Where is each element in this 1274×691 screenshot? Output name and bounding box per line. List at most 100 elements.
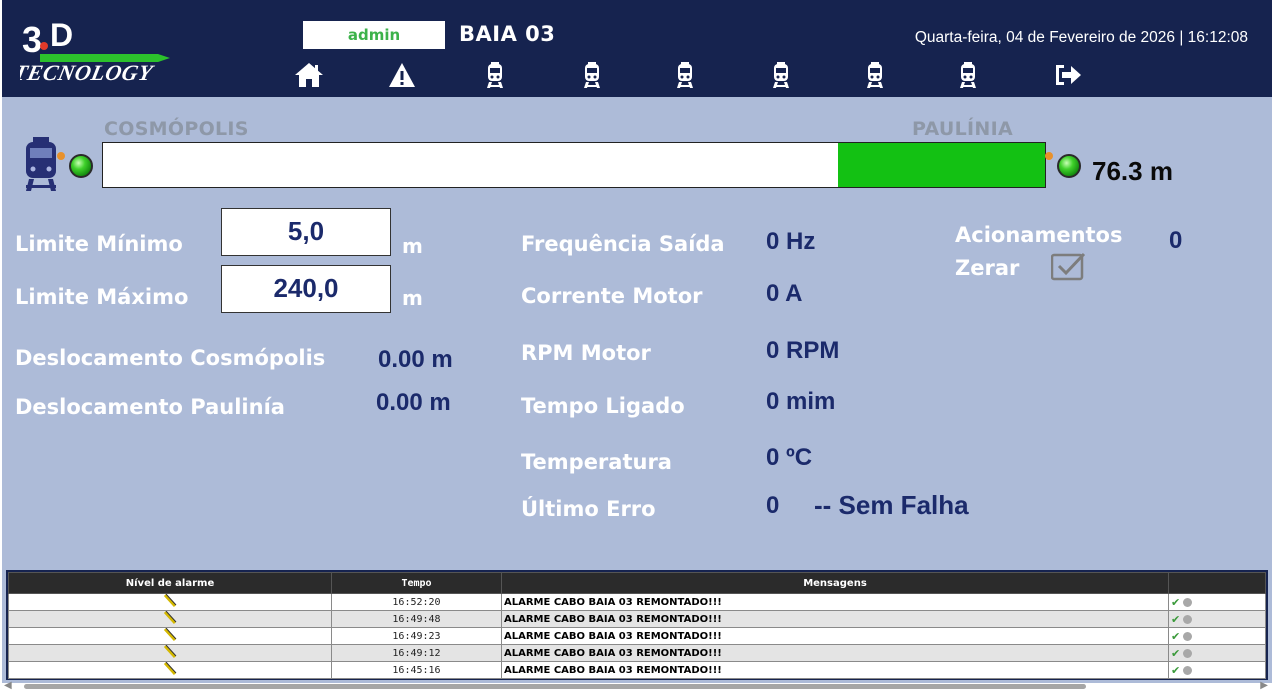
svg-text:D: D — [50, 17, 73, 53]
column-header-actions — [1168, 572, 1266, 594]
logged-user-field[interactable]: admin — [303, 21, 445, 49]
last-error-label: Último Erro — [521, 497, 656, 521]
alarm-time: 16:49:12 — [331, 644, 502, 662]
alarm-actions[interactable]: ✔ — [1168, 627, 1266, 645]
details-icon[interactable] — [1183, 666, 1193, 675]
alarm-time: 16:49:23 — [331, 627, 502, 645]
details-icon[interactable] — [1183, 632, 1193, 641]
left-status-led — [69, 154, 93, 178]
alarm-row[interactable]: 16:49:48 ALARME CABO BAIA 03 REMONTADO!!… — [8, 610, 1266, 628]
displacement-cosmopolis-value: 0.00 m — [378, 346, 453, 373]
frequency-label: Frequência Saída — [521, 232, 725, 256]
min-limit-unit: m — [402, 234, 423, 258]
reset-checkbox-icon[interactable] — [1051, 251, 1087, 281]
alarm-message: ALARME CABO BAIA 03 REMONTADO!!! — [501, 661, 1169, 679]
train-icon[interactable] — [764, 60, 798, 90]
displacement-cosmopolis-label: Deslocamento Cosmópolis — [15, 346, 326, 370]
alarm-actions[interactable]: ✔ — [1168, 644, 1266, 662]
alarm-level-icon — [8, 593, 332, 611]
status-dot — [57, 152, 65, 160]
alarm-row[interactable]: 16:49:12 ALARME CABO BAIA 03 REMONTADO!!… — [8, 644, 1266, 662]
company-logo: 3 D TECNOLOGY — [20, 17, 170, 84]
alarm-message: ALARME CABO BAIA 03 REMONTADO!!! — [501, 627, 1169, 645]
details-icon[interactable] — [1183, 649, 1193, 658]
max-limit-input[interactable]: 240,0 — [221, 265, 391, 313]
left-city-label: COSMÓPOLIS — [104, 118, 249, 140]
right-city-label: PAULÍNIA — [912, 118, 1013, 140]
max-limit-unit: m — [402, 286, 423, 310]
train-icon — [26, 137, 56, 191]
train-icon[interactable] — [478, 60, 512, 90]
distance-value: 76.3 m — [1092, 156, 1173, 186]
min-limit-input[interactable]: 5,0 — [221, 208, 391, 256]
horizontal-scrollbar[interactable]: ◀ ▶ — [0, 680, 1274, 691]
alarm-row[interactable]: 16:52:20 ALARME CABO BAIA 03 REMONTADO!!… — [8, 593, 1266, 611]
scroll-right-arrow-icon[interactable]: ▶ — [1260, 680, 1268, 691]
column-header-messages[interactable]: Mensagens — [501, 572, 1169, 594]
scroll-left-arrow-icon[interactable]: ◀ — [4, 680, 12, 691]
alarm-message: ALARME CABO BAIA 03 REMONTADO!!! — [501, 593, 1169, 611]
train-icon[interactable] — [668, 60, 702, 90]
scroll-thumb[interactable] — [24, 684, 1086, 689]
details-icon[interactable] — [1183, 598, 1193, 607]
header-bar: 3 D TECNOLOGY admin BAIA 03 Quarta-feira… — [2, 0, 1272, 97]
details-icon[interactable] — [1183, 615, 1193, 624]
actuations-label: Acionamentos — [955, 223, 1123, 247]
alarm-table: Nível de alarme Tempo Mensagens 16:52:20… — [8, 572, 1266, 679]
last-error-text: -- Sem Falha — [814, 490, 969, 520]
time-on-value: 0 mim — [766, 388, 836, 415]
column-header-time[interactable]: Tempo — [331, 572, 502, 594]
alarm-actions[interactable]: ✔ — [1168, 593, 1266, 611]
column-header-level[interactable]: Nível de alarme — [8, 572, 332, 594]
alarm-level-icon — [8, 661, 332, 679]
home-icon[interactable] — [292, 60, 326, 90]
min-limit-label: Limite Mínimo — [15, 232, 183, 256]
current-label: Corrente Motor — [521, 284, 703, 308]
status-dot — [1045, 152, 1053, 160]
alarm-time: 16:52:20 — [331, 593, 502, 611]
right-status-led — [1057, 154, 1081, 178]
acknowledge-icon[interactable]: ✔ — [1171, 613, 1180, 626]
displacement-paulinia-label: Deslocamento Paulinía — [15, 395, 285, 419]
svg-text:TECNOLOGY: TECNOLOGY — [20, 60, 157, 84]
position-track — [102, 142, 1046, 188]
alarm-actions[interactable]: ✔ — [1168, 610, 1266, 628]
svg-text:3: 3 — [22, 19, 42, 60]
train-icon[interactable] — [951, 60, 985, 90]
alarm-message: ALARME CABO BAIA 03 REMONTADO!!! — [501, 610, 1169, 628]
alarm-row[interactable]: 16:45:16 ALARME CABO BAIA 03 REMONTADO!!… — [8, 661, 1266, 679]
position-fill — [837, 143, 1045, 187]
last-error-code: 0 — [766, 492, 780, 519]
time-on-label: Tempo Ligado — [521, 394, 685, 418]
acknowledge-icon[interactable]: ✔ — [1171, 630, 1180, 643]
alarm-row[interactable]: 16:49:23 ALARME CABO BAIA 03 REMONTADO!!… — [8, 627, 1266, 645]
alarm-time: 16:49:48 — [331, 610, 502, 628]
main-frame: 3 D TECNOLOGY admin BAIA 03 Quarta-feira… — [2, 0, 1272, 686]
alarm-level-icon — [8, 644, 332, 662]
acknowledge-icon[interactable]: ✔ — [1171, 664, 1180, 677]
displacement-paulinia-value: 0.00 m — [376, 389, 451, 416]
alarm-panel: Nível de alarme Tempo Mensagens 16:52:20… — [6, 570, 1268, 680]
acknowledge-icon[interactable]: ✔ — [1171, 596, 1180, 609]
alarm-time: 16:45:16 — [331, 661, 502, 679]
train-icon[interactable] — [858, 60, 892, 90]
acknowledge-icon[interactable]: ✔ — [1171, 647, 1180, 660]
warning-icon[interactable] — [385, 60, 419, 90]
station-title: BAIA 03 — [459, 22, 556, 46]
date-time: Quarta-feira, 04 de Fevereiro de 2026 | … — [914, 29, 1248, 46]
max-limit-label: Limite Máximo — [15, 285, 189, 309]
temperature-label: Temperatura — [521, 450, 672, 474]
train-icon[interactable] — [575, 60, 609, 90]
alarm-level-icon — [8, 610, 332, 628]
alarm-message: ALARME CABO BAIA 03 REMONTADO!!! — [501, 644, 1169, 662]
rpm-label: RPM Motor — [521, 341, 651, 365]
alarm-actions[interactable]: ✔ — [1168, 661, 1266, 679]
current-value: 0 A — [766, 280, 803, 307]
rpm-value: 0 RPM — [766, 337, 840, 364]
temperature-value: 0 ºC — [766, 444, 813, 471]
actuations-value: 0 — [1169, 227, 1183, 254]
frequency-value: 0 Hz — [766, 228, 816, 255]
reset-label: Zerar — [955, 256, 1020, 280]
alarm-level-icon — [8, 627, 332, 645]
logout-icon[interactable] — [1051, 60, 1085, 90]
